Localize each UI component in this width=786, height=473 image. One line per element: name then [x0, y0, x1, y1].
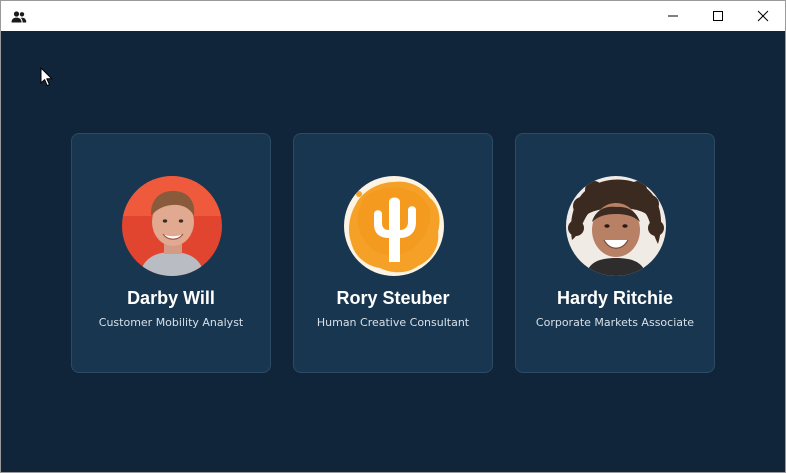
avatar — [122, 176, 222, 276]
people-icon — [11, 9, 27, 23]
minimize-icon — [667, 10, 679, 22]
mouse-cursor-icon — [40, 67, 54, 87]
minimize-button[interactable] — [650, 1, 695, 31]
main-content: Darby Will Customer Mobility Analyst Ror… — [1, 31, 785, 472]
avatar — [344, 176, 444, 276]
person-role: Customer Mobility Analyst — [98, 316, 244, 329]
maximize-button[interactable] — [695, 1, 740, 31]
person-name: Darby Will — [127, 288, 215, 308]
person-card[interactable]: Hardy Ritchie Corporate Markets Associat… — [515, 133, 715, 373]
avatar — [566, 176, 666, 276]
close-icon — [757, 10, 769, 22]
person-card[interactable]: Rory Steuber Human Creative Consultant — [293, 133, 493, 373]
avatar-cactus-orange — [344, 176, 444, 276]
title-bar[interactable] — [1, 1, 785, 31]
person-name: Rory Steuber — [336, 288, 450, 308]
person-role: Human Creative Consultant — [316, 316, 470, 329]
close-button[interactable] — [740, 1, 785, 31]
app-window: Darby Will Customer Mobility Analyst Ror… — [0, 0, 786, 473]
person-card[interactable]: Darby Will Customer Mobility Analyst — [71, 133, 271, 373]
person-name: Hardy Ritchie — [556, 288, 674, 308]
maximize-icon — [712, 10, 724, 22]
person-role: Corporate Markets Associate — [535, 316, 695, 329]
avatar-photo-man-curly-hair — [566, 176, 666, 276]
avatar-photo-man-red-background — [122, 176, 222, 276]
